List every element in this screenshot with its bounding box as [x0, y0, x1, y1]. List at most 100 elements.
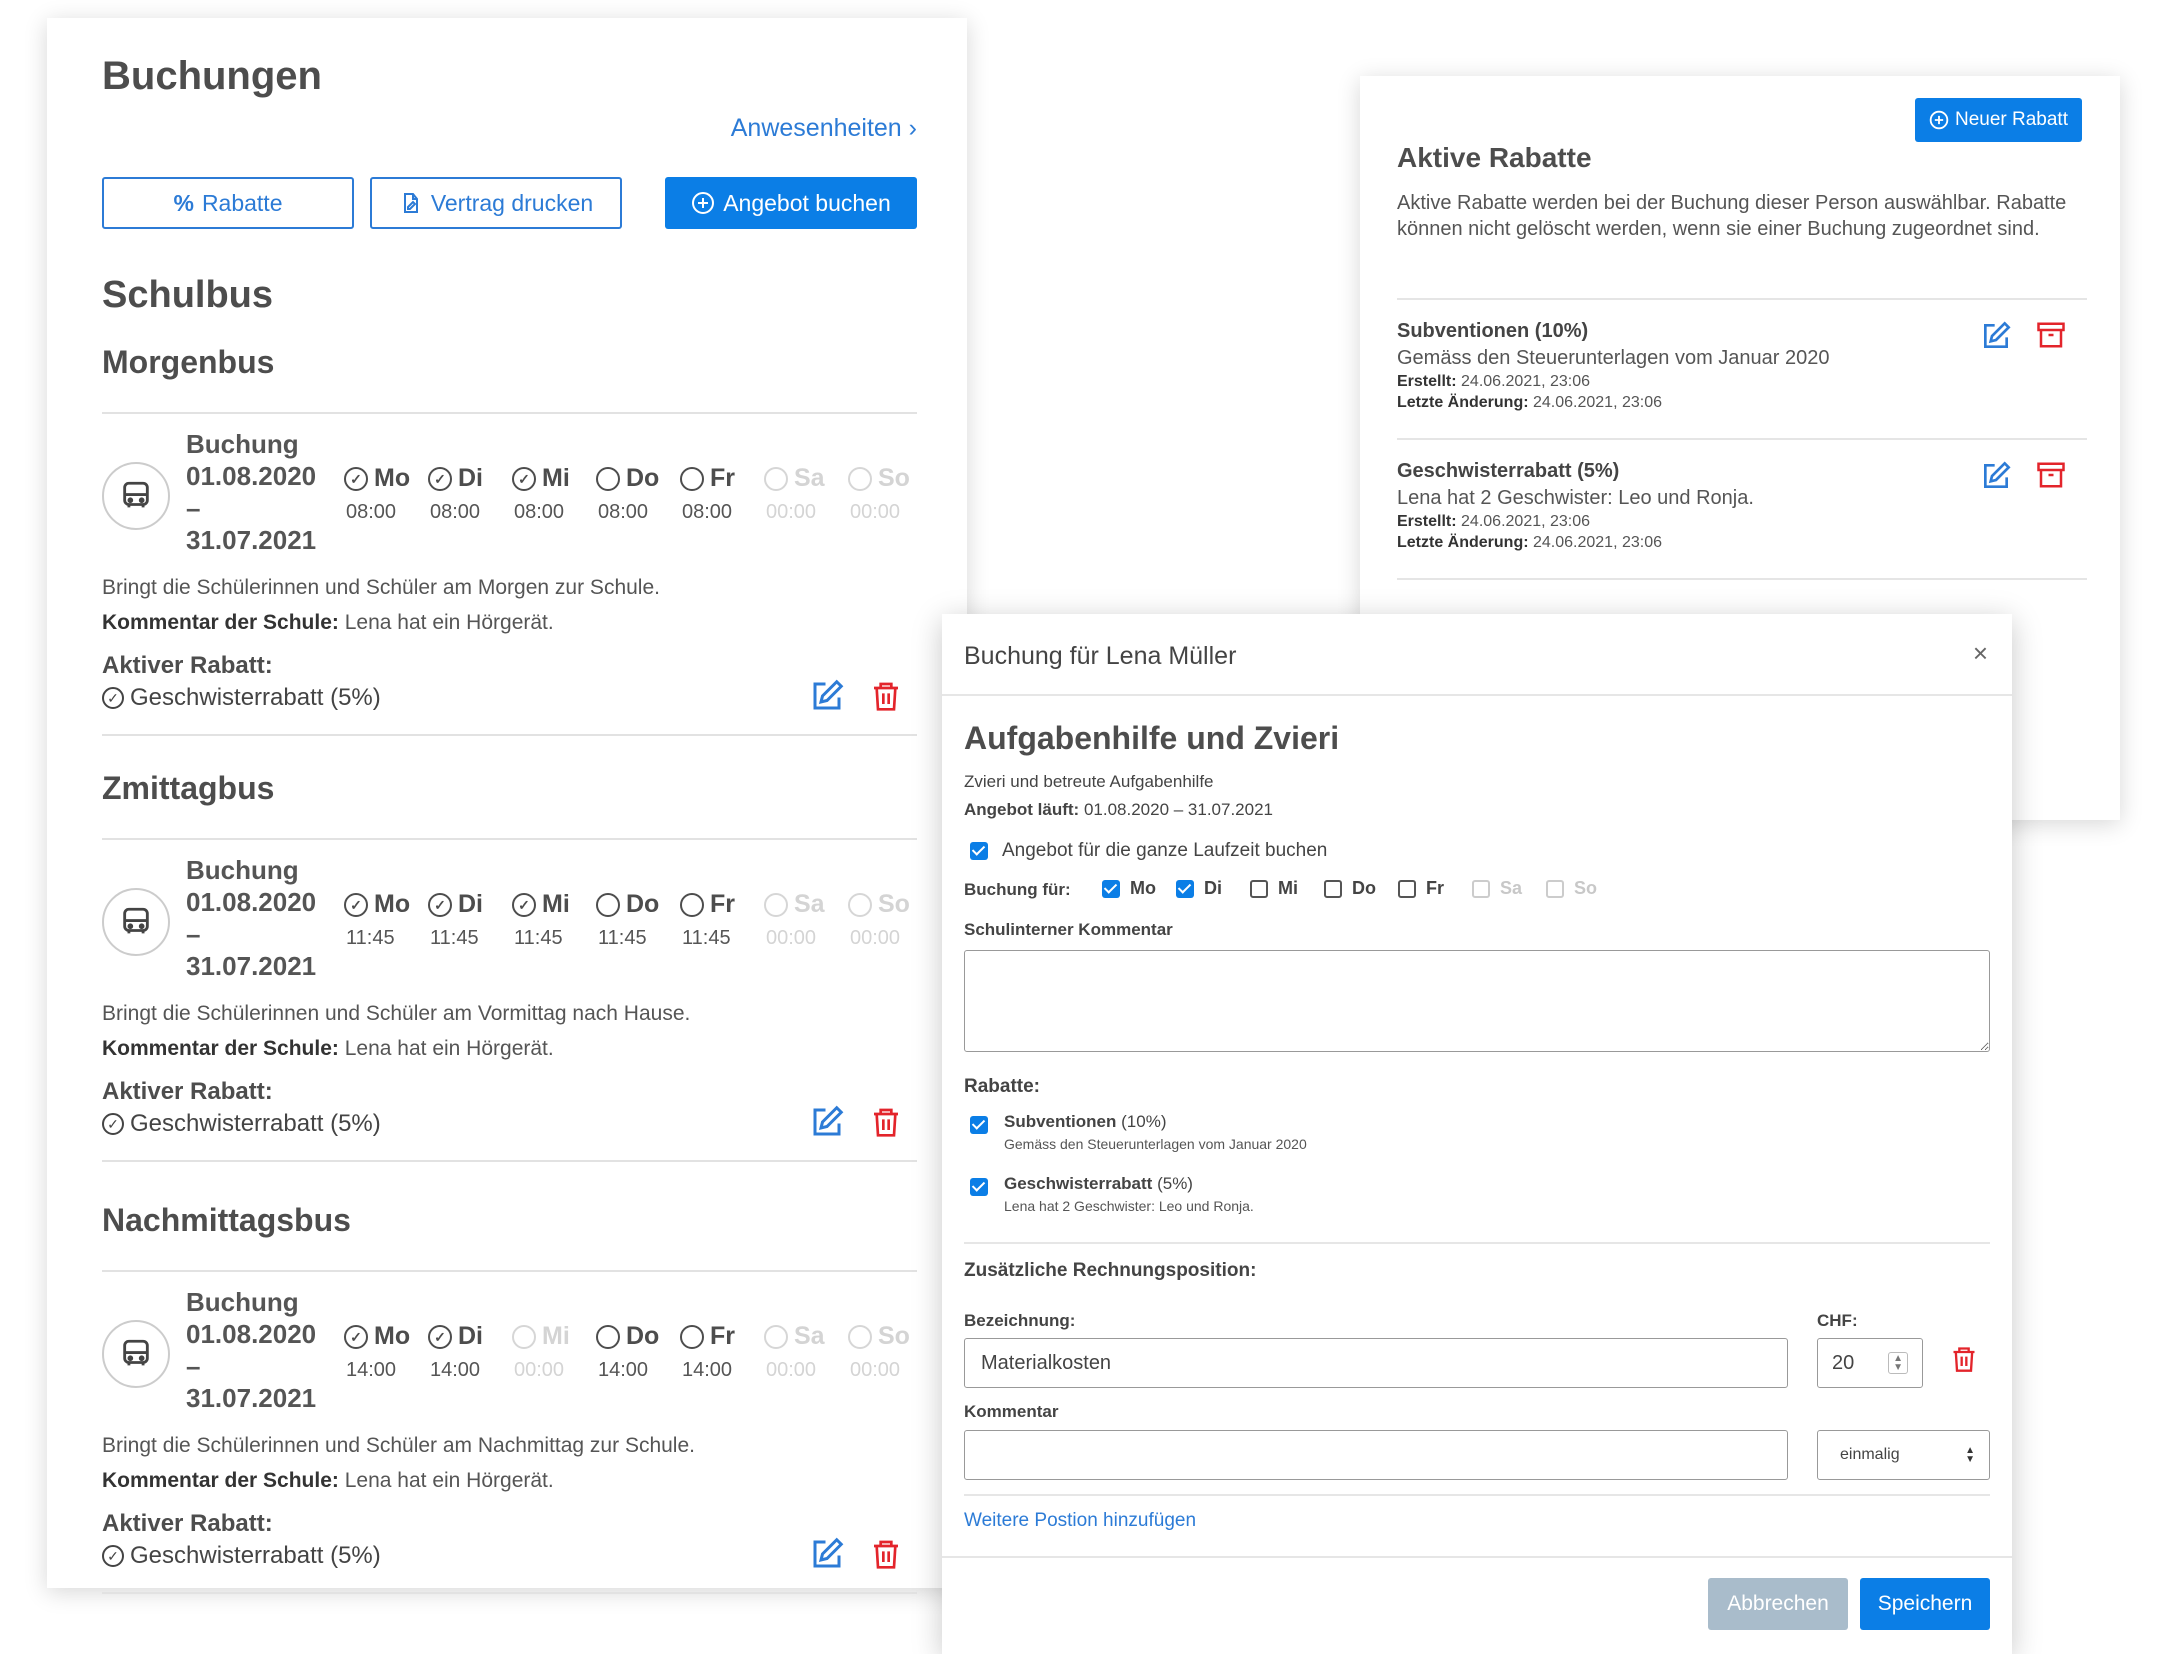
print-contract-button[interactable]: Vertrag drucken: [370, 177, 622, 229]
book-offer-label: Angebot buchen: [723, 189, 891, 216]
booking-label: Buchung: [186, 429, 299, 459]
edit-icon[interactable]: [1980, 460, 2012, 492]
stepper-icon[interactable]: ▲ ▼: [1888, 1352, 1908, 1374]
edit-icon[interactable]: [809, 678, 845, 714]
discount-option-name: Geschwisterrabatt: [1004, 1174, 1153, 1193]
check-circle-icon: ✓: [428, 1324, 452, 1349]
archive-icon[interactable]: [2036, 320, 2066, 350]
divider: [102, 1270, 917, 1272]
changed-label: Letzte Änderung:: [1397, 394, 1529, 411]
book-offer-button[interactable]: Angebot buchen: [665, 177, 917, 229]
checkbox-unchecked[interactable]: [1546, 879, 1564, 898]
circle-icon: [848, 1324, 872, 1349]
checkbox-checked[interactable]: [1102, 879, 1120, 898]
checkbox-checked[interactable]: [970, 1178, 988, 1196]
attendance-link[interactable]: Anwesenheiten ›: [731, 114, 917, 143]
checkbox-unchecked[interactable]: [1324, 879, 1342, 898]
comment-textarea[interactable]: [964, 950, 1990, 1052]
save-button[interactable]: Speichern: [1860, 1578, 1990, 1630]
booking-description: Bringt die Schülerinnen und Schüler am V…: [102, 1002, 691, 1025]
trash-icon[interactable]: [870, 1104, 902, 1140]
trash-icon[interactable]: [870, 678, 902, 714]
weekday-checkbox-fr[interactable]: Fr: [1398, 878, 1472, 899]
created-value: 24.06.2021, 23:06: [1461, 513, 1591, 530]
kommentar-input[interactable]: [964, 1430, 1788, 1480]
checkbox-unchecked[interactable]: [1250, 879, 1268, 898]
circle-icon: [680, 1324, 704, 1349]
school-comment: Kommentar der Schule: Lena hat ein Hörge…: [102, 1469, 554, 1493]
select-arrows-icon: ▲ ▼: [1965, 1445, 1975, 1465]
weekday-name: Mi: [542, 1322, 570, 1350]
booking-period: Buchung 01.08.2020 – 31.07.2021: [186, 854, 316, 982]
weekday-checkbox-di[interactable]: Di: [1176, 878, 1250, 899]
checkbox-unchecked[interactable]: [1398, 879, 1416, 898]
add-position-link[interactable]: Weitere Postion hinzufügen: [964, 1510, 1196, 1532]
discounts-button-label: Rabatte: [201, 189, 283, 216]
check-circle-icon: ✓: [428, 466, 452, 491]
divider: [942, 694, 2012, 696]
new-discount-label: Neuer Rabatt: [1954, 109, 2068, 130]
booking-to: 31.07.2021: [186, 1383, 317, 1413]
edit-icon[interactable]: [809, 1536, 845, 1572]
kommentar-label: Kommentar: [964, 1402, 1059, 1421]
archive-icon[interactable]: [2036, 460, 2066, 490]
checkbox-checked[interactable]: [970, 1116, 988, 1134]
active-discount: ✓ Geschwisterrabatt (5%): [102, 1542, 381, 1570]
checkbox-unchecked[interactable]: [1472, 879, 1490, 898]
discount-option[interactable]: Subventionen (10%) Gemäss den Steuerunte…: [970, 1112, 1307, 1152]
discount-option[interactable]: Geschwisterrabatt (5%) Lena hat 2 Geschw…: [970, 1174, 1254, 1214]
weekday-name: Do: [626, 1322, 660, 1350]
circle-icon: [512, 1324, 536, 1349]
description-input[interactable]: [964, 1338, 1788, 1388]
section-title: Nachmittagsbus: [102, 1202, 351, 1238]
check-circle-icon: ✓: [102, 1113, 124, 1135]
weekday-name: So: [878, 890, 910, 918]
weekday-name: Mi: [542, 890, 570, 918]
whole-period-checkbox[interactable]: Angebot für die ganze Laufzeit buchen: [970, 840, 1327, 862]
cancel-button[interactable]: Abbrechen: [1708, 1578, 1848, 1630]
check-circle-icon: ✓: [512, 466, 536, 491]
weekday-label: So: [1574, 878, 1598, 898]
created-label: Erstellt:: [1397, 513, 1457, 530]
bus-icon: [123, 1339, 149, 1366]
weekday-time: 08:00: [430, 501, 481, 523]
edit-icon[interactable]: [1980, 320, 2012, 352]
weekday-mi: ✓ Mi 11:45: [512, 890, 596, 950]
description-label: Bezeichnung:: [964, 1311, 1076, 1330]
weekday-time: 00:00: [766, 501, 817, 523]
changed-label: Letzte Änderung:: [1397, 534, 1529, 551]
weekday-name: Fr: [710, 890, 735, 918]
circle-icon: [596, 892, 620, 917]
active-discount-value: Geschwisterrabatt (5%): [130, 1542, 381, 1569]
weekday-time: 08:00: [682, 501, 733, 523]
weekday-checkbox-mo[interactable]: Mo: [1102, 878, 1176, 899]
divider: [964, 1494, 1990, 1496]
booking-to: 31.07.2021: [186, 525, 317, 555]
trash-icon[interactable]: [1950, 1342, 1978, 1376]
weekday-time: 11:45: [346, 927, 395, 949]
discounts-button[interactable]: % Rabatte: [102, 177, 354, 229]
frequency-select[interactable]: einmalig ▲ ▼: [1817, 1430, 1990, 1480]
trash-icon[interactable]: [870, 1536, 902, 1572]
modal-title: Buchung für Lena Müller: [964, 642, 1237, 670]
new-discount-button[interactable]: Neuer Rabatt: [1914, 98, 2082, 142]
created-value: 24.06.2021, 23:06: [1461, 373, 1591, 390]
weekday-checkbox-sa[interactable]: Sa: [1472, 878, 1546, 899]
chf-input[interactable]: 20 ▲ ▼: [1817, 1338, 1923, 1388]
school-comment-label: Kommentar der Schule:: [102, 611, 339, 634]
checkbox-checked[interactable]: [970, 842, 988, 860]
active-discount-value: Geschwisterrabatt (5%): [130, 684, 381, 711]
page-title: Buchungen: [102, 54, 322, 98]
edit-icon[interactable]: [809, 1104, 845, 1140]
active-discount-label: Aktiver Rabatt:: [102, 1510, 273, 1537]
close-icon[interactable]: ×: [1973, 638, 1988, 669]
section-title: Zmittagbus: [102, 770, 275, 806]
weekday-checkbox-so[interactable]: So: [1546, 878, 1620, 899]
weekday-checkbox-mi[interactable]: Mi: [1250, 878, 1324, 899]
checkbox-checked[interactable]: [1176, 879, 1194, 898]
divider: [1397, 438, 2087, 440]
bookings-card: Buchungen Anwesenheiten › % Rabatte Vert…: [47, 18, 967, 1594]
weekday-checkbox-do[interactable]: Do: [1324, 878, 1398, 899]
discount-option-pct: (5%): [1157, 1174, 1193, 1193]
weekday-mi: Mi 00:00: [512, 1322, 596, 1382]
